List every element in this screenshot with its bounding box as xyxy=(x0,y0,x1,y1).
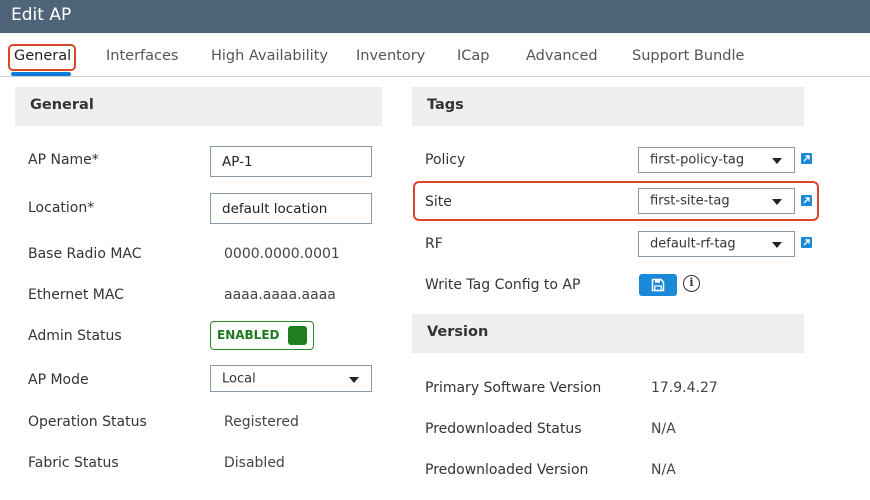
site-tag-value: first-site-tag xyxy=(650,193,730,209)
tab-inventory[interactable]: Inventory xyxy=(356,48,425,64)
active-tab-indicator xyxy=(11,72,71,76)
fabric-status-label: Fabric Status xyxy=(28,455,119,471)
admin-status-value: ENABLED xyxy=(217,328,280,342)
policy-label: Policy xyxy=(425,152,466,168)
write-tag-save-button[interactable] xyxy=(639,274,677,296)
ethernet-mac-label: Ethernet MAC xyxy=(28,287,124,303)
write-tag-config-label: Write Tag Config to AP xyxy=(425,277,581,293)
operation-status-value: Registered xyxy=(224,414,299,430)
general-section-title: General xyxy=(30,97,94,113)
ap-mode-value: Local xyxy=(222,371,256,386)
primary-software-version-label: Primary Software Version xyxy=(425,380,602,396)
tab-general-highlight xyxy=(8,44,76,71)
chevron-down-icon xyxy=(772,158,782,164)
tab-interfaces[interactable]: Interfaces xyxy=(106,48,178,64)
chevron-down-icon xyxy=(772,242,782,248)
site-tag-select[interactable]: first-site-tag xyxy=(638,188,795,214)
info-icon[interactable]: i xyxy=(683,275,700,292)
tab-icap[interactable]: ICap xyxy=(457,48,490,64)
fabric-status-value: Disabled xyxy=(224,455,285,471)
ap-mode-label: AP Mode xyxy=(28,372,89,388)
tab-support-bundle[interactable]: Support Bundle xyxy=(632,48,744,64)
chevron-down-icon xyxy=(772,199,782,205)
tags-section-title: Tags xyxy=(427,97,464,113)
operation-status-label: Operation Status xyxy=(28,414,147,430)
external-link-icon[interactable] xyxy=(801,237,812,248)
chevron-down-icon xyxy=(349,376,359,383)
base-radio-mac-label: Base Radio MAC xyxy=(28,246,142,262)
policy-tag-value: first-policy-tag xyxy=(650,152,745,168)
primary-software-version-value: 17.9.4.27 xyxy=(651,380,718,396)
version-section-title: Version xyxy=(427,324,489,340)
predownloaded-status-value: N/A xyxy=(651,421,676,437)
policy-tag-select[interactable]: first-policy-tag xyxy=(638,147,795,173)
ap-name-label: AP Name* xyxy=(28,152,99,168)
toggle-knob xyxy=(288,326,307,345)
version-section-header: Version xyxy=(412,314,804,353)
base-radio-mac-value: 0000.0000.0001 xyxy=(224,246,340,262)
general-section-header: General xyxy=(15,87,382,126)
predownloaded-version-label: Predownloaded Version xyxy=(425,462,589,478)
external-link-icon[interactable] xyxy=(801,195,812,206)
admin-status-label: Admin Status xyxy=(28,328,122,344)
rf-tag-value: default-rf-tag xyxy=(650,236,736,252)
predownloaded-status-label: Predownloaded Status xyxy=(425,421,582,437)
ap-mode-select[interactable]: Local xyxy=(210,365,372,392)
tab-high-availability[interactable]: High Availability xyxy=(211,48,328,64)
rf-label: RF xyxy=(425,236,443,252)
location-label: Location* xyxy=(28,200,95,216)
ethernet-mac-value: aaaa.aaaa.aaaa xyxy=(224,287,336,303)
rf-tag-select[interactable]: default-rf-tag xyxy=(638,231,795,257)
window-title: Edit AP xyxy=(11,5,72,25)
tags-section-header: Tags xyxy=(412,87,804,126)
admin-status-toggle[interactable]: ENABLED xyxy=(210,321,314,350)
ap-name-input[interactable] xyxy=(210,146,372,177)
tab-bar: General Interfaces High Availability Inv… xyxy=(0,33,870,77)
title-bar: Edit AP xyxy=(0,0,870,33)
external-link-icon[interactable] xyxy=(801,153,812,164)
site-label: Site xyxy=(425,194,452,210)
location-input[interactable] xyxy=(210,193,372,224)
save-icon xyxy=(651,278,665,292)
tab-advanced[interactable]: Advanced xyxy=(526,48,598,64)
predownloaded-version-value: N/A xyxy=(651,462,676,478)
